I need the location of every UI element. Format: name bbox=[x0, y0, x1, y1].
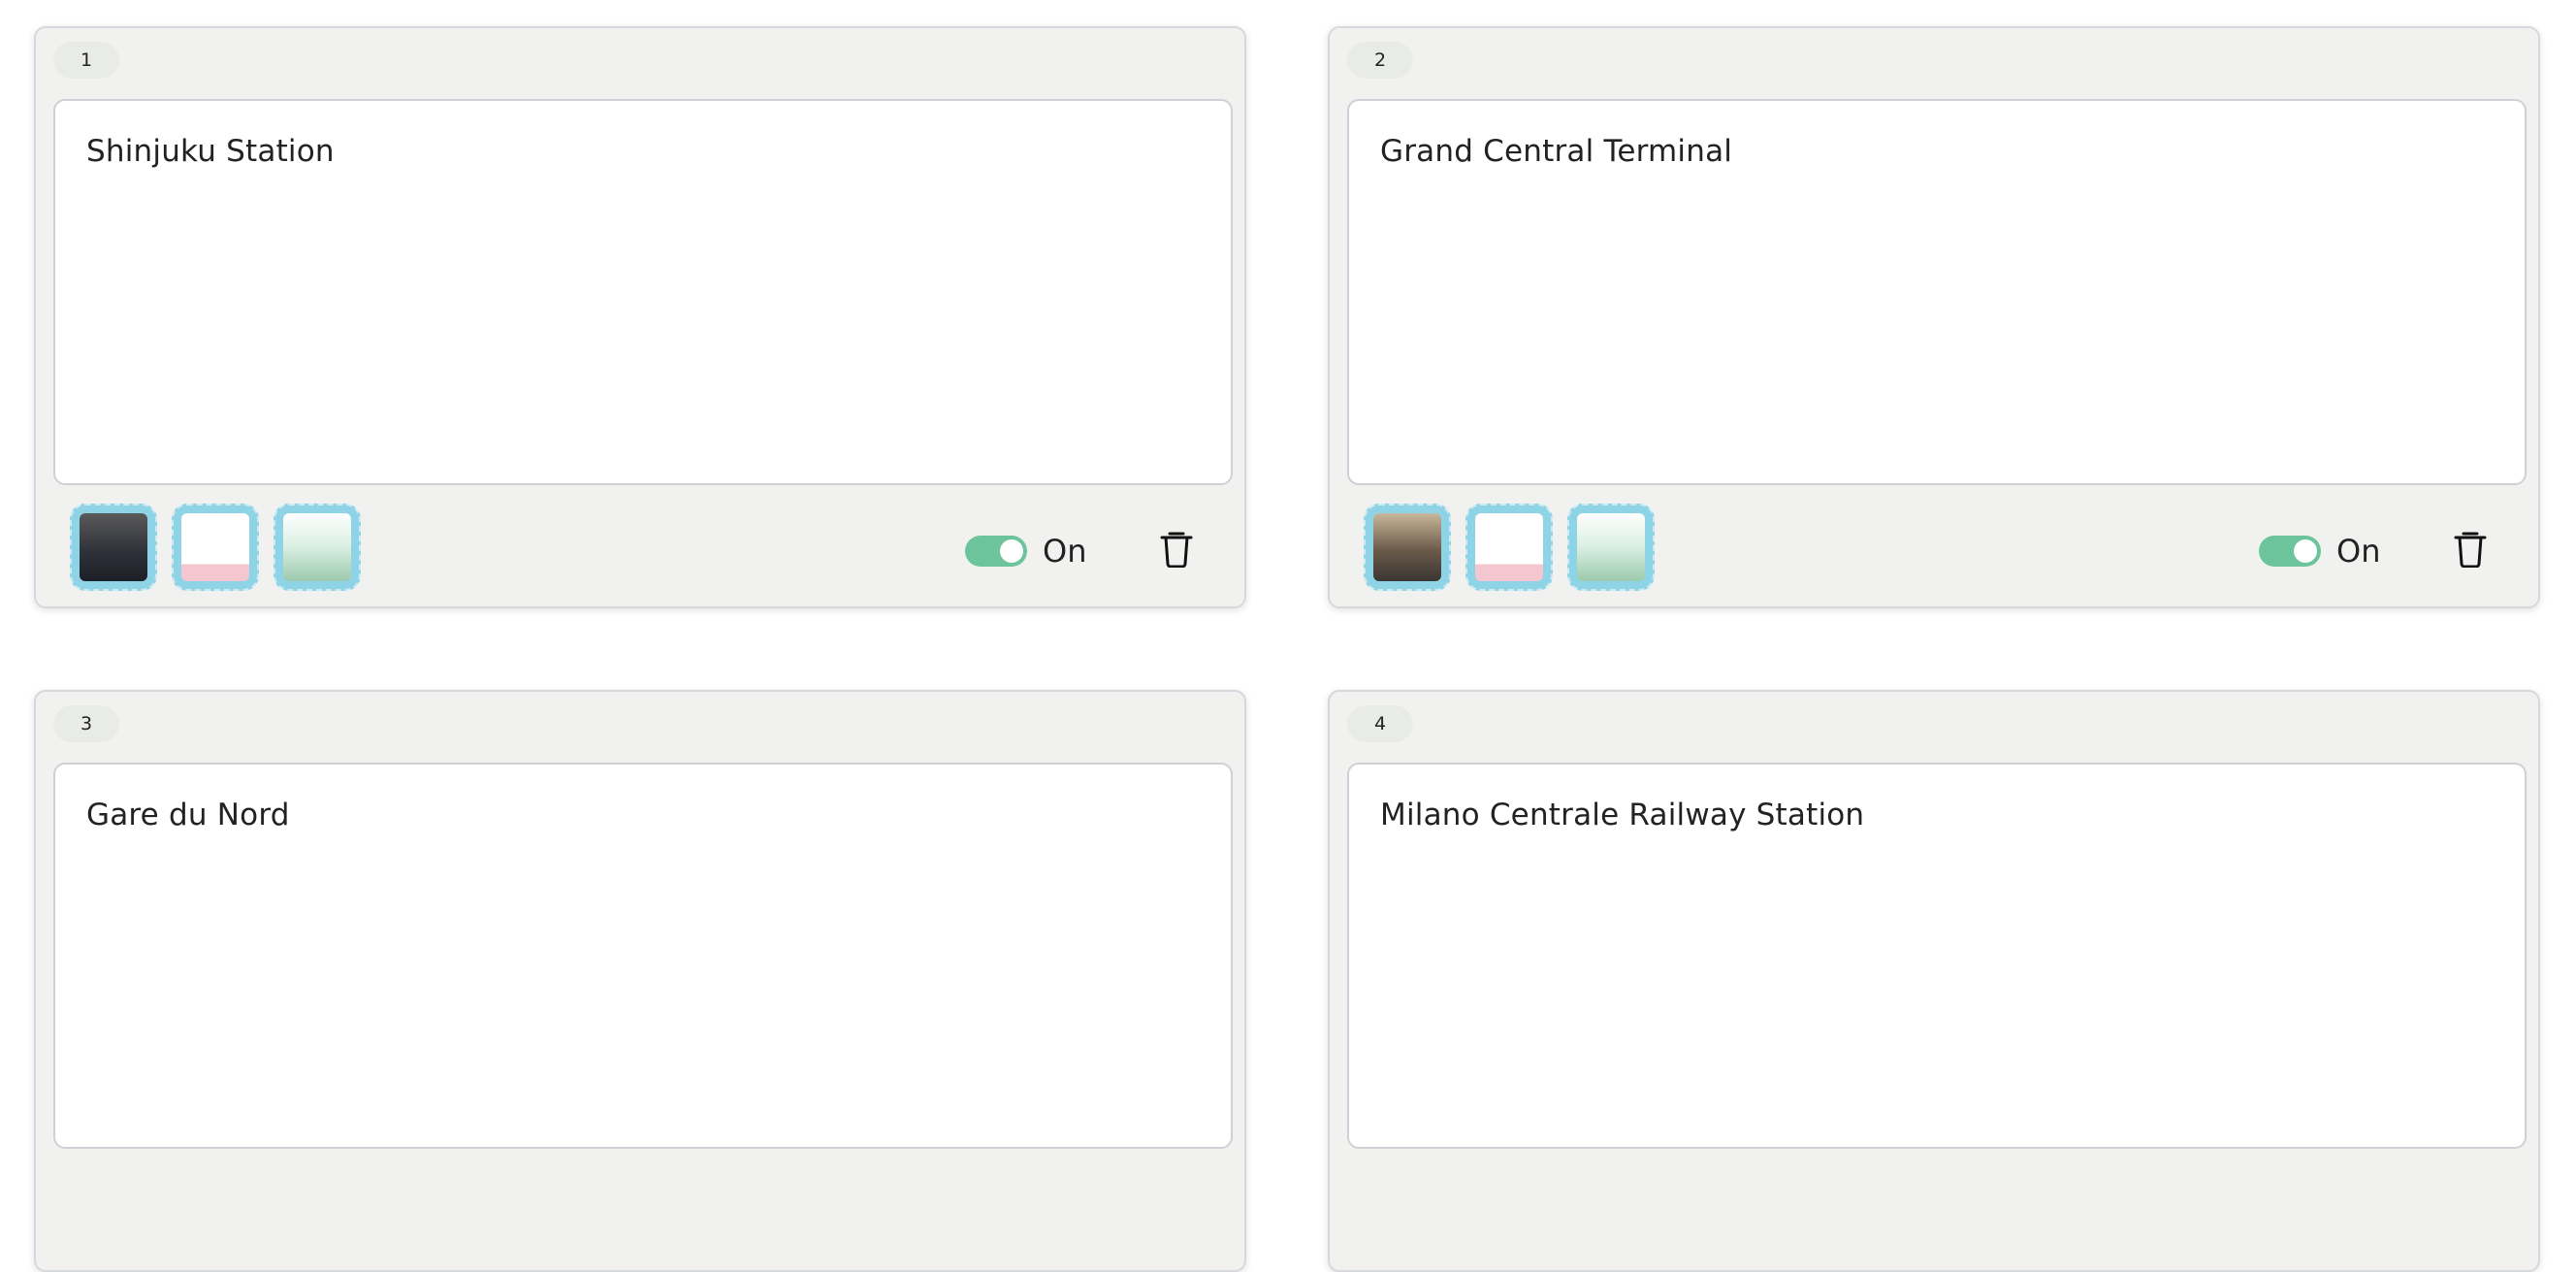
status-toggle-group: On bbox=[965, 533, 1086, 570]
thumbnail-image[interactable] bbox=[1364, 504, 1451, 591]
thumbnail-image[interactable] bbox=[1567, 504, 1655, 591]
station-card: 4 Milano Centrale Railway Station bbox=[1328, 690, 2540, 1272]
thumbnail-image[interactable] bbox=[274, 504, 361, 591]
card-index-badge: 1 bbox=[53, 42, 119, 79]
station-name-text: Shinjuku Station bbox=[86, 134, 335, 169]
status-toggle-group: On bbox=[2259, 533, 2380, 570]
station-card: 1 Shinjuku Station On bbox=[34, 26, 1246, 608]
thumbnail-list bbox=[70, 504, 361, 591]
toggle-knob bbox=[1000, 539, 1023, 563]
toggle-knob bbox=[2294, 539, 2317, 563]
station-card: 3 Gare du Nord bbox=[34, 690, 1246, 1272]
status-toggle[interactable] bbox=[965, 536, 1027, 567]
card-index-badge: 2 bbox=[1347, 42, 1413, 79]
thumbnail-list bbox=[1364, 504, 1655, 591]
trash-icon[interactable] bbox=[2453, 529, 2488, 568]
toggle-label: On bbox=[2336, 533, 2381, 570]
station-name-field[interactable]: Milano Centrale Railway Station bbox=[1347, 763, 2527, 1149]
toggle-label: On bbox=[1043, 533, 1087, 570]
card-index-badge: 3 bbox=[53, 705, 119, 742]
station-name-field[interactable]: Shinjuku Station bbox=[53, 99, 1233, 485]
station-name-field[interactable]: Grand Central Terminal bbox=[1347, 99, 2527, 485]
status-toggle[interactable] bbox=[2259, 536, 2321, 567]
trash-icon[interactable] bbox=[1159, 529, 1194, 568]
card-index-badge: 4 bbox=[1347, 705, 1413, 742]
station-name-field[interactable]: Gare du Nord bbox=[53, 763, 1233, 1149]
station-name-text: Grand Central Terminal bbox=[1380, 134, 1733, 169]
station-card: 2 Grand Central Terminal On bbox=[1328, 26, 2540, 608]
station-name-text: Gare du Nord bbox=[86, 798, 290, 832]
thumbnail-image[interactable] bbox=[1465, 504, 1553, 591]
thumbnail-image[interactable] bbox=[70, 504, 157, 591]
station-name-text: Milano Centrale Railway Station bbox=[1380, 798, 1865, 832]
thumbnail-image[interactable] bbox=[172, 504, 259, 591]
